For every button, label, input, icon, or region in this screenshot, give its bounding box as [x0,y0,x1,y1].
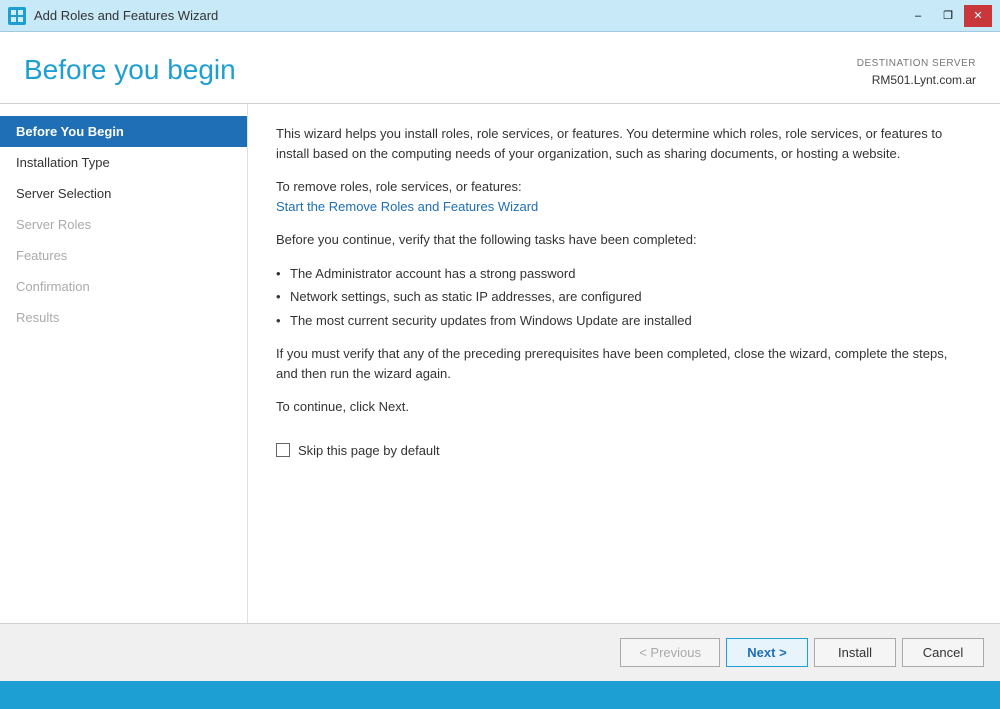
bullet-item-1: The Administrator account has a strong p… [276,264,972,284]
sidebar-item-before-you-begin[interactable]: Before You Begin [0,116,247,147]
intro-text: This wizard helps you install roles, rol… [276,124,972,163]
title-bar: Add Roles and Features Wizard – ❐ ✕ [0,0,1000,32]
skip-checkbox[interactable] [276,443,290,457]
prerequisite-note: If you must verify that any of the prece… [276,344,972,383]
page-title: Before you begin [24,54,236,86]
sidebar-item-results: Results [0,302,247,333]
verify-heading: Before you continue, verify that the fol… [276,230,972,250]
continue-note: To continue, click Next. [276,397,972,417]
skip-label[interactable]: Skip this page by default [298,441,440,461]
sidebar-item-confirmation: Confirmation [0,271,247,302]
remove-heading: To remove roles, role services, or featu… [276,177,972,216]
app-icon [8,7,26,25]
wizard-header: Before you begin DESTINATION SERVER RM50… [0,32,1000,104]
remove-link[interactable]: Start the Remove Roles and Features Wiza… [276,199,538,214]
close-button[interactable]: ✕ [964,5,992,27]
sidebar-item-features: Features [0,240,247,271]
window-controls: – ❐ ✕ [904,5,992,27]
wizard-footer: < Previous Next > Install Cancel [0,623,1000,681]
previous-button[interactable]: < Previous [620,638,720,667]
wizard-body: Before You Begin Installation Type Serve… [0,104,1000,623]
minimize-button[interactable]: – [904,5,932,27]
window-title: Add Roles and Features Wizard [34,8,218,23]
skip-section: Skip this page by default [276,441,972,461]
destination-label: DESTINATION SERVER [857,56,976,71]
bullet-item-2: Network settings, such as static IP addr… [276,287,972,307]
status-bar [0,681,1000,709]
sidebar-item-installation-type[interactable]: Installation Type [0,147,247,178]
wizard-container: Before you begin DESTINATION SERVER RM50… [0,32,1000,681]
destination-server: RM501.Lynt.com.ar [857,71,976,89]
restore-button[interactable]: ❐ [934,5,962,27]
bullet-item-3: The most current security updates from W… [276,311,972,331]
sidebar-item-server-roles: Server Roles [0,209,247,240]
wizard-main-content: This wizard helps you install roles, rol… [248,104,1000,623]
cancel-button[interactable]: Cancel [902,638,984,667]
bullet-list: The Administrator account has a strong p… [276,264,972,331]
title-bar-left: Add Roles and Features Wizard [8,7,218,25]
sidebar-item-server-selection[interactable]: Server Selection [0,178,247,209]
wizard-sidebar: Before You Begin Installation Type Serve… [0,104,248,623]
next-button[interactable]: Next > [726,638,808,667]
install-button[interactable]: Install [814,638,896,667]
destination-info: DESTINATION SERVER RM501.Lynt.com.ar [857,56,976,89]
